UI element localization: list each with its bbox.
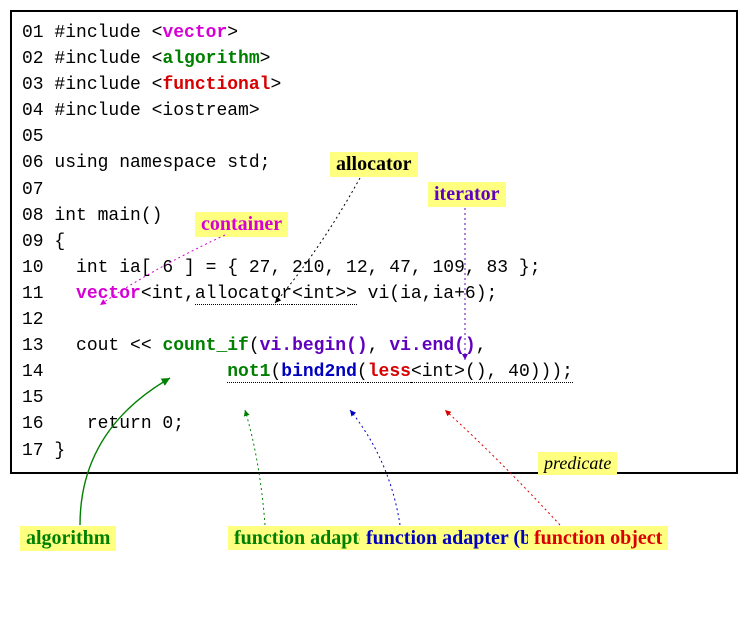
label-funcobj: function object xyxy=(528,526,668,550)
code-line: 14 not1(bind2nd(less<int>(), 40))); xyxy=(22,359,726,385)
code-line: 11 vector<int,allocator<int>> vi(ia,ia+6… xyxy=(22,281,726,307)
keyword-algorithm: algorithm xyxy=(162,49,259,69)
keyword-bind2nd: bind2nd xyxy=(281,362,357,383)
code-line: 09 { xyxy=(22,229,726,255)
code-box: 01 #include <vector> 02 #include <algori… xyxy=(10,10,738,474)
label-algorithm: algorithm xyxy=(20,526,116,551)
code-line: 16 return 0; xyxy=(22,411,726,437)
code-line: 12 xyxy=(22,307,726,333)
keyword-vector-use: vector xyxy=(76,284,141,304)
keyword-end: vi.end() xyxy=(389,336,475,356)
code-line: 04 #include <iostream> xyxy=(22,98,726,124)
keyword-functional: functional xyxy=(162,75,270,95)
code-line: 05 xyxy=(22,124,726,150)
label-allocator: allocator xyxy=(330,152,418,177)
keyword-begin: vi.begin() xyxy=(260,336,368,356)
code-line: 07 xyxy=(22,177,726,203)
code-line: 15 xyxy=(22,385,726,411)
keyword-less: less xyxy=(368,362,411,383)
keyword-count-if: count_if xyxy=(162,336,248,356)
keyword-vector: vector xyxy=(162,23,227,43)
label-iterator: iterator xyxy=(428,182,506,207)
keyword-allocator: allocator xyxy=(195,284,292,305)
code-line: 17 } xyxy=(22,438,726,464)
label-container: container xyxy=(195,212,288,237)
code-line: 08 int main() xyxy=(22,203,726,229)
code-line: 03 #include <functional> xyxy=(22,72,726,98)
code-line: 10 int ia[ 6 ] = { 27, 210, 12, 47, 109,… xyxy=(22,255,726,281)
keyword-not1: not1 xyxy=(227,362,270,383)
code-line: 13 cout << count_if(vi.begin(), vi.end()… xyxy=(22,333,726,359)
label-predicate: predicate xyxy=(538,452,617,475)
code-line: 02 #include <algorithm> xyxy=(22,46,726,72)
code-line: 01 #include <vector> xyxy=(22,20,726,46)
